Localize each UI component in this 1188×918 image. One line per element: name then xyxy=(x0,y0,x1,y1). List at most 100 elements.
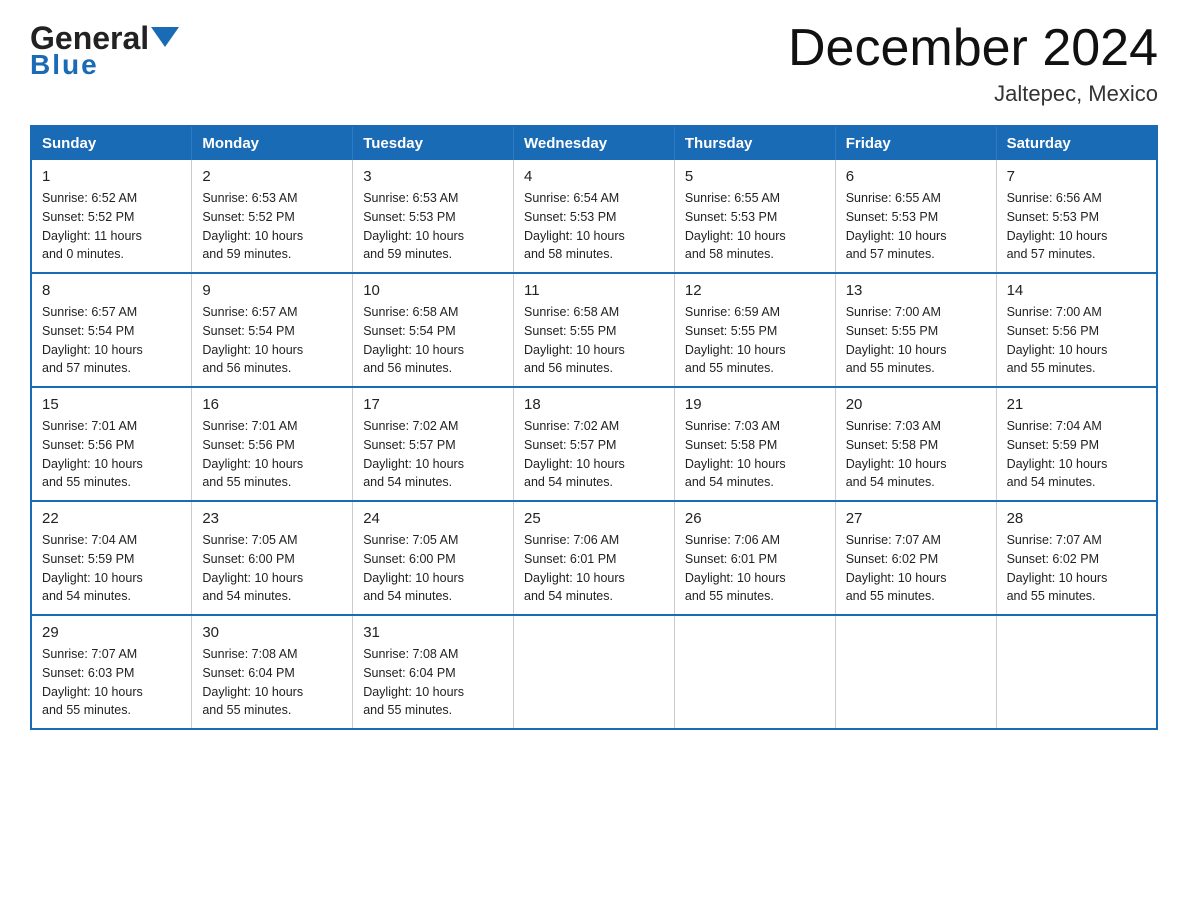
day-number: 5 xyxy=(685,168,825,185)
table-row: 24 Sunrise: 7:05 AMSunset: 6:00 PMDaylig… xyxy=(353,501,514,615)
day-number: 9 xyxy=(202,282,342,299)
day-number: 20 xyxy=(846,396,986,413)
table-row: 6 Sunrise: 6:55 AMSunset: 5:53 PMDayligh… xyxy=(835,160,996,273)
col-monday: Monday xyxy=(192,126,353,160)
table-row: 4 Sunrise: 6:54 AMSunset: 5:53 PMDayligh… xyxy=(514,160,675,273)
table-row: 14 Sunrise: 7:00 AMSunset: 5:56 PMDaylig… xyxy=(996,273,1157,387)
day-number: 24 xyxy=(363,510,503,527)
table-row xyxy=(996,615,1157,729)
day-info: Sunrise: 7:02 AMSunset: 5:57 PMDaylight:… xyxy=(363,417,503,492)
day-info: Sunrise: 6:52 AMSunset: 5:52 PMDaylight:… xyxy=(42,189,181,264)
day-number: 10 xyxy=(363,282,503,299)
day-number: 3 xyxy=(363,168,503,185)
day-info: Sunrise: 7:05 AMSunset: 6:00 PMDaylight:… xyxy=(202,531,342,606)
day-number: 19 xyxy=(685,396,825,413)
calendar-week-row: 8 Sunrise: 6:57 AMSunset: 5:54 PMDayligh… xyxy=(31,273,1157,387)
table-row: 22 Sunrise: 7:04 AMSunset: 5:59 PMDaylig… xyxy=(31,501,192,615)
calendar-header-row: Sunday Monday Tuesday Wednesday Thursday… xyxy=(31,126,1157,160)
day-info: Sunrise: 6:53 AMSunset: 5:53 PMDaylight:… xyxy=(363,189,503,264)
day-number: 13 xyxy=(846,282,986,299)
table-row: 3 Sunrise: 6:53 AMSunset: 5:53 PMDayligh… xyxy=(353,160,514,273)
day-number: 23 xyxy=(202,510,342,527)
day-info: Sunrise: 7:07 AMSunset: 6:02 PMDaylight:… xyxy=(1007,531,1146,606)
day-info: Sunrise: 7:01 AMSunset: 5:56 PMDaylight:… xyxy=(202,417,342,492)
day-number: 14 xyxy=(1007,282,1146,299)
table-row: 19 Sunrise: 7:03 AMSunset: 5:58 PMDaylig… xyxy=(674,387,835,501)
page-header: General Blue December 2024 Jaltepec, Mex… xyxy=(30,20,1158,107)
day-number: 28 xyxy=(1007,510,1146,527)
day-number: 30 xyxy=(202,624,342,641)
day-number: 6 xyxy=(846,168,986,185)
day-info: Sunrise: 7:08 AMSunset: 6:04 PMDaylight:… xyxy=(202,645,342,720)
table-row: 5 Sunrise: 6:55 AMSunset: 5:53 PMDayligh… xyxy=(674,160,835,273)
day-info: Sunrise: 6:57 AMSunset: 5:54 PMDaylight:… xyxy=(202,303,342,378)
day-number: 8 xyxy=(42,282,181,299)
table-row: 1 Sunrise: 6:52 AMSunset: 5:52 PMDayligh… xyxy=(31,160,192,273)
table-row: 9 Sunrise: 6:57 AMSunset: 5:54 PMDayligh… xyxy=(192,273,353,387)
calendar-week-row: 22 Sunrise: 7:04 AMSunset: 5:59 PMDaylig… xyxy=(31,501,1157,615)
calendar-week-row: 29 Sunrise: 7:07 AMSunset: 6:03 PMDaylig… xyxy=(31,615,1157,729)
col-saturday: Saturday xyxy=(996,126,1157,160)
title-area: December 2024 Jaltepec, Mexico xyxy=(788,20,1158,107)
day-info: Sunrise: 7:05 AMSunset: 6:00 PMDaylight:… xyxy=(363,531,503,606)
day-number: 29 xyxy=(42,624,181,641)
day-info: Sunrise: 7:00 AMSunset: 5:56 PMDaylight:… xyxy=(1007,303,1146,378)
table-row: 7 Sunrise: 6:56 AMSunset: 5:53 PMDayligh… xyxy=(996,160,1157,273)
col-thursday: Thursday xyxy=(674,126,835,160)
table-row: 13 Sunrise: 7:00 AMSunset: 5:55 PMDaylig… xyxy=(835,273,996,387)
day-number: 31 xyxy=(363,624,503,641)
table-row: 11 Sunrise: 6:58 AMSunset: 5:55 PMDaylig… xyxy=(514,273,675,387)
table-row: 20 Sunrise: 7:03 AMSunset: 5:58 PMDaylig… xyxy=(835,387,996,501)
col-tuesday: Tuesday xyxy=(353,126,514,160)
day-number: 15 xyxy=(42,396,181,413)
col-wednesday: Wednesday xyxy=(514,126,675,160)
table-row xyxy=(674,615,835,729)
table-row xyxy=(514,615,675,729)
table-row: 10 Sunrise: 6:58 AMSunset: 5:54 PMDaylig… xyxy=(353,273,514,387)
table-row: 16 Sunrise: 7:01 AMSunset: 5:56 PMDaylig… xyxy=(192,387,353,501)
table-row: 28 Sunrise: 7:07 AMSunset: 6:02 PMDaylig… xyxy=(996,501,1157,615)
day-info: Sunrise: 7:07 AMSunset: 6:03 PMDaylight:… xyxy=(42,645,181,720)
day-info: Sunrise: 6:54 AMSunset: 5:53 PMDaylight:… xyxy=(524,189,664,264)
day-info: Sunrise: 6:53 AMSunset: 5:52 PMDaylight:… xyxy=(202,189,342,264)
logo: General Blue xyxy=(30,20,179,81)
day-info: Sunrise: 6:58 AMSunset: 5:54 PMDaylight:… xyxy=(363,303,503,378)
table-row: 8 Sunrise: 6:57 AMSunset: 5:54 PMDayligh… xyxy=(31,273,192,387)
day-number: 17 xyxy=(363,396,503,413)
day-info: Sunrise: 7:02 AMSunset: 5:57 PMDaylight:… xyxy=(524,417,664,492)
location: Jaltepec, Mexico xyxy=(788,81,1158,107)
day-number: 25 xyxy=(524,510,664,527)
logo-blue-text: Blue xyxy=(30,49,99,81)
day-number: 4 xyxy=(524,168,664,185)
day-number: 18 xyxy=(524,396,664,413)
calendar-table: Sunday Monday Tuesday Wednesday Thursday… xyxy=(30,125,1158,730)
table-row: 26 Sunrise: 7:06 AMSunset: 6:01 PMDaylig… xyxy=(674,501,835,615)
day-info: Sunrise: 7:08 AMSunset: 6:04 PMDaylight:… xyxy=(363,645,503,720)
table-row xyxy=(835,615,996,729)
day-info: Sunrise: 7:01 AMSunset: 5:56 PMDaylight:… xyxy=(42,417,181,492)
day-info: Sunrise: 6:56 AMSunset: 5:53 PMDaylight:… xyxy=(1007,189,1146,264)
table-row: 12 Sunrise: 6:59 AMSunset: 5:55 PMDaylig… xyxy=(674,273,835,387)
table-row: 30 Sunrise: 7:08 AMSunset: 6:04 PMDaylig… xyxy=(192,615,353,729)
day-number: 21 xyxy=(1007,396,1146,413)
table-row: 23 Sunrise: 7:05 AMSunset: 6:00 PMDaylig… xyxy=(192,501,353,615)
table-row: 18 Sunrise: 7:02 AMSunset: 5:57 PMDaylig… xyxy=(514,387,675,501)
table-row: 17 Sunrise: 7:02 AMSunset: 5:57 PMDaylig… xyxy=(353,387,514,501)
day-number: 22 xyxy=(42,510,181,527)
day-number: 16 xyxy=(202,396,342,413)
day-info: Sunrise: 6:57 AMSunset: 5:54 PMDaylight:… xyxy=(42,303,181,378)
day-info: Sunrise: 6:58 AMSunset: 5:55 PMDaylight:… xyxy=(524,303,664,378)
table-row: 15 Sunrise: 7:01 AMSunset: 5:56 PMDaylig… xyxy=(31,387,192,501)
day-number: 26 xyxy=(685,510,825,527)
table-row: 29 Sunrise: 7:07 AMSunset: 6:03 PMDaylig… xyxy=(31,615,192,729)
day-info: Sunrise: 7:07 AMSunset: 6:02 PMDaylight:… xyxy=(846,531,986,606)
day-number: 7 xyxy=(1007,168,1146,185)
day-number: 27 xyxy=(846,510,986,527)
day-info: Sunrise: 7:00 AMSunset: 5:55 PMDaylight:… xyxy=(846,303,986,378)
table-row: 25 Sunrise: 7:06 AMSunset: 6:01 PMDaylig… xyxy=(514,501,675,615)
day-info: Sunrise: 6:55 AMSunset: 5:53 PMDaylight:… xyxy=(685,189,825,264)
day-info: Sunrise: 7:04 AMSunset: 5:59 PMDaylight:… xyxy=(1007,417,1146,492)
logo-triangle-icon xyxy=(151,23,179,51)
calendar-week-row: 15 Sunrise: 7:01 AMSunset: 5:56 PMDaylig… xyxy=(31,387,1157,501)
day-info: Sunrise: 7:03 AMSunset: 5:58 PMDaylight:… xyxy=(846,417,986,492)
